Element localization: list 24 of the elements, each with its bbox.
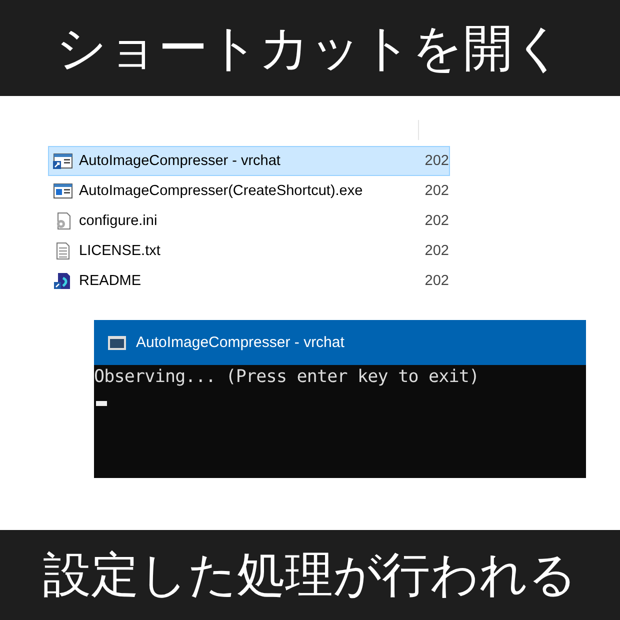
window-title: AutoImageCompresser - vrchat bbox=[136, 334, 344, 351]
file-date: 202 bbox=[424, 153, 449, 169]
file-name: LICENSE.txt bbox=[79, 243, 162, 259]
file-date: 202 bbox=[424, 273, 449, 289]
file-row[interactable]: configure.ini 202 bbox=[48, 206, 450, 236]
file-date: 202 bbox=[424, 183, 449, 199]
file-name: README bbox=[79, 273, 142, 289]
document-shortcut-icon bbox=[53, 272, 73, 290]
application-icon bbox=[53, 183, 73, 199]
file-date: 202 bbox=[424, 243, 449, 259]
file-name: AutoImageCompresser(CreateShortcut).exe bbox=[79, 183, 364, 199]
file-row[interactable]: LICENSE.txt 202 bbox=[48, 236, 450, 266]
console-icon bbox=[108, 336, 126, 350]
text-cursor bbox=[96, 401, 107, 406]
file-name: AutoImageCompresser - vrchat bbox=[79, 153, 282, 169]
console-output: Observing... (Press enter key to exit) bbox=[94, 366, 480, 387]
bottom-caption: 設定した処理が行われる bbox=[0, 530, 620, 620]
file-row[interactable]: AutoImageCompresser - vrchat 202 bbox=[48, 146, 450, 176]
file-date: 202 bbox=[424, 213, 449, 229]
shortcut-icon bbox=[53, 153, 73, 169]
file-name: configure.ini bbox=[79, 213, 158, 229]
file-row[interactable]: AutoImageCompresser(CreateShortcut).exe 202 bbox=[48, 176, 450, 206]
top-caption: ショートカットを開く bbox=[0, 0, 620, 96]
file-row[interactable]: README 202 bbox=[48, 266, 450, 296]
